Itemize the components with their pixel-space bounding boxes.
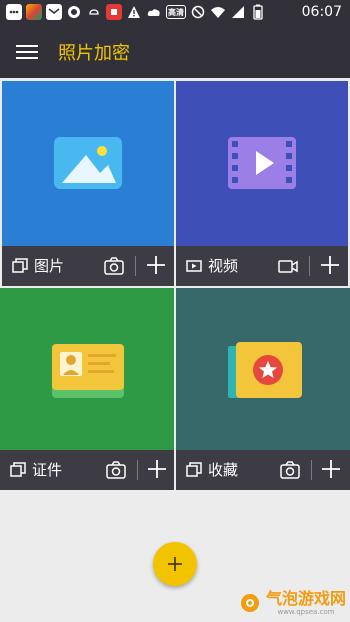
favorites-art — [176, 288, 350, 450]
videos-label: 视频 — [208, 257, 239, 275]
favorites-bar: 收藏 — [176, 450, 350, 490]
app-icon — [26, 4, 42, 20]
cloud-icon — [146, 4, 162, 20]
favorites-title[interactable]: 收藏 — [186, 459, 238, 480]
camera-button[interactable] — [279, 459, 301, 481]
watermark-text: 气泡游戏网 — [265, 589, 346, 608]
documents-label: 证件 — [32, 461, 63, 479]
favorites-label: 收藏 — [208, 461, 239, 479]
id-card-icon — [52, 344, 124, 398]
tile-documents[interactable]: 证件 — [0, 288, 174, 490]
notification-icon — [106, 4, 122, 20]
watermark-text-block: 气泡游戏网 www.qpsea.com — [265, 589, 346, 617]
camera-icon — [104, 257, 124, 275]
divider — [309, 256, 310, 276]
warning-icon — [126, 4, 142, 20]
wifi-icon — [210, 4, 226, 20]
record-button[interactable] — [277, 255, 299, 277]
mail-icon — [46, 4, 62, 20]
favorites-icon — [228, 342, 302, 398]
add-document-button[interactable] — [145, 457, 169, 481]
album-icon — [12, 257, 28, 273]
photos-title[interactable]: 图片 — [12, 255, 64, 276]
do-not-disturb-icon — [190, 4, 206, 20]
watermark-logo-icon — [240, 594, 259, 612]
video-camera-icon — [278, 260, 298, 273]
divider — [137, 460, 138, 480]
documents-title[interactable]: 证件 — [10, 459, 62, 480]
status-icons: 高清 — [6, 4, 266, 20]
image-icon — [54, 137, 122, 189]
plus-icon — [147, 256, 165, 274]
chat-icon — [66, 4, 82, 20]
album-icon — [186, 461, 202, 477]
signal-icon — [230, 4, 246, 20]
weather-icon — [86, 4, 102, 20]
plus-icon — [148, 460, 166, 478]
message-icon — [6, 4, 22, 20]
documents-art — [0, 288, 174, 450]
hd-icon: 高清 — [166, 5, 186, 19]
camera-button[interactable] — [103, 255, 125, 277]
add-favorite-button[interactable] — [319, 457, 343, 481]
status-bar: 高清 06:07 — [0, 0, 350, 25]
camera-button[interactable] — [105, 459, 127, 481]
plus-icon — [321, 256, 339, 274]
video-album-icon — [186, 259, 202, 272]
photos-bar: 图片 — [2, 246, 174, 286]
videos-title[interactable]: 视频 — [186, 255, 238, 276]
watermark: 气泡游戏网 www.qpsea.com — [238, 590, 346, 616]
tile-photos[interactable]: 图片 — [2, 81, 174, 286]
divider — [311, 460, 312, 480]
watermark-url: www.qpsea.com — [277, 608, 335, 616]
tile-videos[interactable]: 视频 — [176, 81, 348, 286]
documents-bar: 证件 — [0, 450, 174, 490]
add-photo-button[interactable] — [144, 253, 168, 277]
album-icon — [10, 461, 26, 477]
status-time: 06:07 — [301, 4, 342, 20]
photos-art — [2, 81, 174, 246]
camera-icon — [280, 461, 300, 479]
plus-icon — [168, 557, 182, 571]
app-title: 照片加密 — [58, 43, 130, 64]
photos-label: 图片 — [34, 257, 65, 275]
tile-favorites[interactable]: 收藏 — [176, 288, 350, 490]
videos-bar: 视频 — [176, 246, 348, 286]
videos-art — [176, 81, 348, 246]
battery-icon — [250, 4, 266, 20]
menu-icon[interactable] — [16, 41, 38, 61]
divider — [135, 256, 136, 276]
plus-icon — [322, 460, 340, 478]
app-bar: 照片加密 — [0, 25, 350, 78]
fab-add-button[interactable] — [153, 542, 197, 586]
add-video-button[interactable] — [318, 253, 342, 277]
camera-icon — [106, 461, 126, 479]
video-icon — [228, 137, 296, 189]
